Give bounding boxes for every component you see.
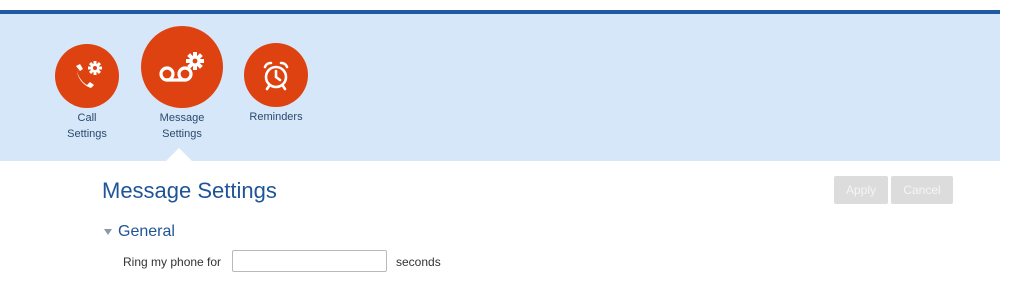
general-section-title: General [118,223,175,240]
selected-tab-pointer [166,148,192,161]
nav-label-reminders: Reminders [249,111,303,123]
ring-duration-input[interactable] [232,250,387,272]
nav-label-message-settings: Message Settings [159,112,205,140]
alarm-clock-icon [244,43,308,107]
nav-item-reminders[interactable]: Reminders [244,43,308,125]
ring-duration-label: Ring my phone for [123,255,222,269]
cancel-button[interactable]: Cancel [891,176,953,204]
apply-button[interactable]: Apply [834,176,888,204]
nav-label-call-settings: Call Settings [67,112,107,140]
page-title: Message Settings [102,178,277,203]
general-section-header[interactable]: General [104,223,175,241]
collapse-caret-icon [104,229,112,235]
nav-item-call-settings[interactable]: Call Settings [55,44,119,142]
voicemail-gear-icon [141,26,223,108]
settings-nav-banner: Call Settings Message Settings Reminders [0,14,1000,161]
phone-gear-icon [55,44,119,108]
ring-duration-unit: seconds [396,255,441,269]
nav-item-message-settings[interactable]: Message Settings [141,26,223,142]
